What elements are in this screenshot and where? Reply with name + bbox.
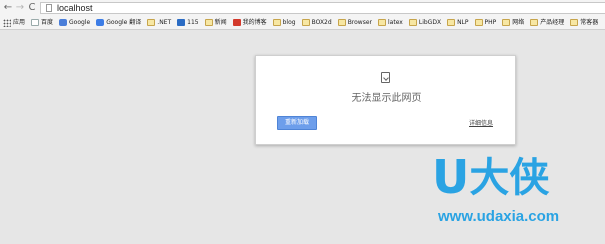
bookmark-baidu[interactable]: 百度 — [31, 18, 53, 28]
bookmark-label: 我的博客 — [242, 18, 267, 26]
bookmark-label: BOX2d — [311, 18, 332, 26]
google-icon — [59, 19, 68, 26]
bookmark-folder-browser[interactable]: Browser — [337, 18, 373, 28]
folder-icon — [337, 19, 346, 26]
folder-icon — [147, 19, 156, 26]
bookmark-folder-nlp[interactable]: NLP — [447, 18, 469, 28]
folder-icon — [301, 19, 310, 26]
bookmarks-bar: 应用 百度 Google Google 翻译 .NET 115 新闻 我的博客 … — [0, 16, 605, 30]
bookmark-google-translate[interactable]: Google 翻译 — [96, 18, 141, 28]
forward-button[interactable]: → — [14, 1, 26, 15]
folder-icon — [378, 19, 387, 26]
address-bar[interactable]: localhost — [40, 2, 605, 14]
reload-page-button[interactable]: 重新加载 — [277, 116, 317, 130]
broken-page-icon — [381, 72, 390, 83]
bookmark-115[interactable]: 115 — [177, 18, 199, 28]
folder-icon — [502, 19, 511, 26]
bookmark-folder-latex[interactable]: latex — [378, 18, 403, 28]
watermark-logo-text: 大侠 — [469, 155, 550, 201]
bookmark-label: latex — [388, 18, 403, 26]
bookmark-label: PHP — [484, 18, 497, 26]
folder-icon — [474, 19, 483, 26]
page-icon — [31, 19, 40, 26]
bookmark-my-blog[interactable]: 我的博客 — [232, 18, 267, 28]
bookmark-folder-dotnet[interactable]: .NET — [147, 18, 171, 28]
bookmark-label: NLP — [457, 18, 469, 26]
bookmark-label: 百度 — [41, 18, 54, 26]
bookmark-label: 应用 — [13, 18, 26, 26]
bookmark-label: Browser — [347, 18, 373, 26]
bookmark-folder-misc[interactable]: 常客器 — [570, 18, 598, 28]
bookmark-label: Google 翻译 — [106, 18, 142, 26]
blog-icon — [232, 19, 241, 26]
bookmark-label: 常客器 — [580, 18, 599, 26]
reload-button[interactable]: C — [26, 1, 38, 15]
bookmark-label: LibGDX — [418, 18, 442, 26]
page-icon — [46, 4, 52, 12]
bookmark-apps[interactable]: 应用 — [3, 18, 25, 28]
bookmark-label: blog — [282, 18, 296, 26]
watermark-url: www.udaxia.com — [438, 208, 560, 225]
bookmark-label: 新闻 — [214, 18, 227, 26]
browser-toolbar: ← → C localhost — [0, 0, 605, 16]
folder-icon — [570, 19, 579, 26]
bookmark-label: 产品经理 — [540, 18, 565, 26]
back-button[interactable]: ← — [2, 1, 14, 15]
watermark-logo: U 大侠 — [432, 153, 592, 201]
folder-icon — [408, 19, 417, 26]
bookmark-label: 115 — [187, 18, 199, 26]
bookmark-google[interactable]: Google — [59, 18, 90, 28]
bookmark-label: 网络 — [512, 18, 525, 26]
bookmark-folder-network[interactable]: 网络 — [502, 18, 524, 28]
translate-icon — [96, 19, 105, 26]
bookmark-folder-box2d[interactable]: BOX2d — [301, 18, 332, 28]
error-card: 无法显示此网页 重新加载 详细信息 — [255, 55, 516, 145]
folder-icon — [272, 19, 281, 26]
bookmark-label: .NET — [157, 18, 172, 26]
115-icon — [177, 19, 186, 26]
bookmark-label: Google — [69, 18, 91, 26]
bookmark-folder-blog[interactable]: blog — [272, 18, 296, 28]
error-title: 无法显示此网页 — [351, 93, 422, 104]
folder-icon — [447, 19, 456, 26]
bookmark-folder-news[interactable]: 新闻 — [204, 18, 227, 28]
apps-icon — [3, 18, 11, 27]
bookmark-folder-php[interactable]: PHP — [474, 18, 497, 28]
bookmark-folder-product-manager[interactable]: 产品经理 — [530, 18, 564, 28]
folder-icon — [204, 19, 213, 26]
folder-icon — [530, 19, 539, 26]
bookmark-folder-libgdx[interactable]: LibGDX — [408, 18, 442, 28]
details-link[interactable]: 详细信息 — [469, 118, 493, 127]
url-text[interactable]: localhost — [57, 3, 93, 13]
watermark-logo-u: U — [432, 150, 470, 204]
